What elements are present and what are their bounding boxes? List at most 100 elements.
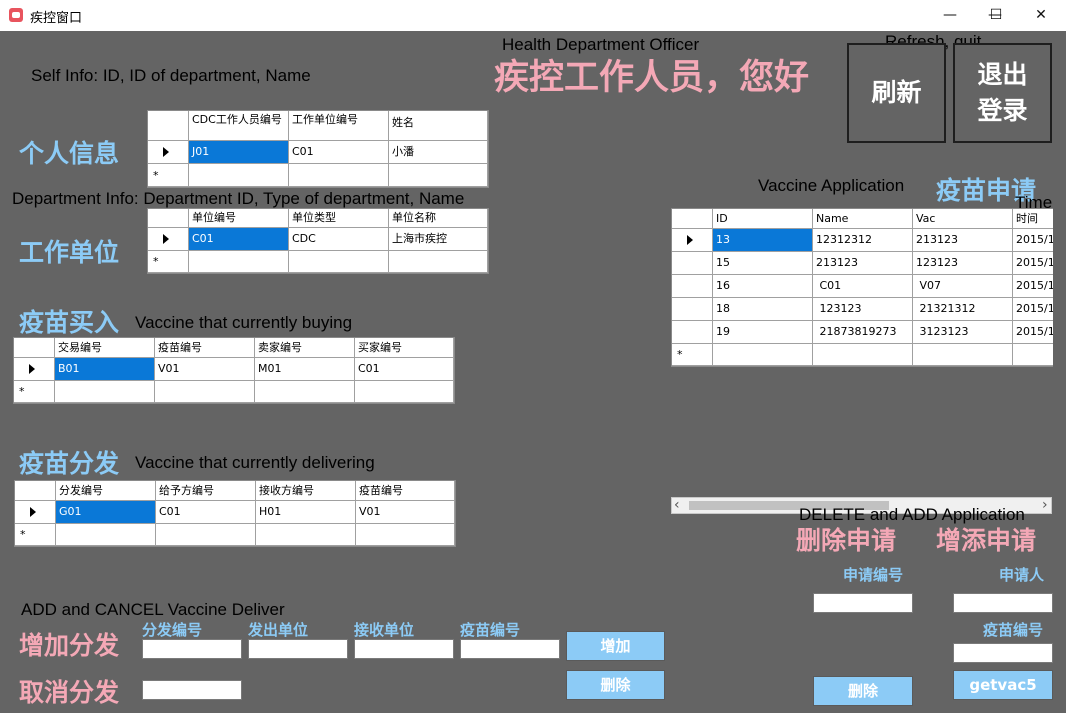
table-cell[interactable]: 16 bbox=[713, 275, 813, 298]
column-header[interactable]: 疫苗编号 bbox=[356, 481, 455, 501]
row-header[interactable] bbox=[672, 252, 713, 275]
table-cell[interactable] bbox=[255, 381, 355, 403]
column-header[interactable]: CDC工作人员编号 bbox=[189, 111, 289, 141]
row-header-current[interactable] bbox=[148, 141, 189, 164]
table-cell[interactable]: C01 bbox=[355, 358, 454, 381]
table-cell[interactable]: 213123 bbox=[913, 229, 1013, 252]
deliver-vaccine-id-input[interactable] bbox=[460, 639, 560, 659]
table-cell[interactable]: 123123 bbox=[913, 252, 1013, 275]
table-cell[interactable]: 2015/12 bbox=[1013, 252, 1053, 275]
table-cell[interactable]: 21873819273 bbox=[813, 321, 913, 344]
table-cell[interactable]: 2015/12 bbox=[1013, 321, 1053, 344]
cancel-deliver-button[interactable]: 删除 bbox=[566, 670, 665, 700]
delete-application-button[interactable]: 删除 bbox=[813, 676, 913, 706]
table-cell[interactable] bbox=[813, 344, 913, 366]
table-cell[interactable] bbox=[289, 251, 389, 273]
table-cell[interactable] bbox=[189, 251, 289, 273]
row-header-current[interactable] bbox=[672, 229, 713, 252]
buying-grid[interactable]: 交易编号 疫苗编号 卖家编号 买家编号 B01 V01 M01 C01 * bbox=[13, 337, 455, 404]
table-cell[interactable] bbox=[1013, 344, 1053, 366]
row-header-current[interactable] bbox=[148, 228, 189, 251]
table-cell[interactable] bbox=[713, 344, 813, 366]
table-cell[interactable]: 小潘 bbox=[389, 141, 488, 164]
table-cell[interactable]: 18 bbox=[713, 298, 813, 321]
refresh-button[interactable]: 刷新 bbox=[847, 43, 946, 143]
column-header[interactable]: 接收方编号 bbox=[256, 481, 356, 501]
table-cell[interactable]: C01 bbox=[189, 228, 289, 251]
table-cell[interactable]: C01 bbox=[289, 141, 389, 164]
table-cell[interactable] bbox=[189, 164, 289, 187]
table-cell[interactable] bbox=[56, 524, 156, 546]
table-cell[interactable]: 19 bbox=[713, 321, 813, 344]
table-cell[interactable] bbox=[913, 344, 1013, 366]
column-header[interactable]: 时间 bbox=[1013, 209, 1053, 229]
department-grid[interactable]: 单位编号 单位类型 单位名称 C01 CDC 上海市疾控 * bbox=[147, 208, 489, 274]
deliver-id-input[interactable] bbox=[142, 639, 242, 659]
column-header[interactable]: 单位编号 bbox=[189, 209, 289, 228]
column-header[interactable]: 疫苗编号 bbox=[155, 338, 255, 358]
table-cell[interactable]: 3123123 bbox=[913, 321, 1013, 344]
delivering-grid[interactable]: 分发编号 给予方编号 接收方编号 疫苗编号 G01 C01 H01 V01 * bbox=[14, 480, 456, 547]
row-header[interactable] bbox=[672, 298, 713, 321]
table-cell[interactable] bbox=[389, 251, 488, 273]
column-header[interactable]: 卖家编号 bbox=[255, 338, 355, 358]
column-header[interactable]: 工作单位编号 bbox=[289, 111, 389, 141]
new-row-marker[interactable]: * bbox=[148, 164, 189, 187]
self-info-grid[interactable]: CDC工作人员编号 工作单位编号 姓名 J01 C01 小潘 * bbox=[147, 110, 489, 188]
table-cell[interactable] bbox=[355, 381, 454, 403]
table-cell[interactable]: 13 bbox=[713, 229, 813, 252]
column-header[interactable]: 单位类型 bbox=[289, 209, 389, 228]
table-cell[interactable] bbox=[289, 164, 389, 187]
column-header[interactable]: 分发编号 bbox=[56, 481, 156, 501]
applicant-input[interactable] bbox=[953, 593, 1053, 613]
table-cell[interactable]: C01 bbox=[156, 501, 256, 524]
close-button[interactable]: ✕ bbox=[1018, 0, 1064, 31]
table-cell[interactable] bbox=[256, 524, 356, 546]
sender-input[interactable] bbox=[248, 639, 348, 659]
column-header[interactable]: 给予方编号 bbox=[156, 481, 256, 501]
getvac-button[interactable]: getvac5 bbox=[953, 670, 1053, 700]
application-id-input[interactable] bbox=[813, 593, 913, 613]
column-header[interactable]: 买家编号 bbox=[355, 338, 454, 358]
row-header-current[interactable] bbox=[14, 358, 55, 381]
table-cell[interactable] bbox=[55, 381, 155, 403]
table-cell[interactable]: 213123 bbox=[813, 252, 913, 275]
app-vaccine-id-input[interactable] bbox=[953, 643, 1053, 663]
row-header[interactable] bbox=[672, 321, 713, 344]
table-cell[interactable]: V01 bbox=[155, 358, 255, 381]
table-cell[interactable]: CDC bbox=[289, 228, 389, 251]
table-cell[interactable]: 2015/12 bbox=[1013, 298, 1053, 321]
application-grid[interactable]: ID Name Vac 时间 13 12312312 213123 2015/1… bbox=[671, 208, 1053, 367]
table-cell[interactable] bbox=[356, 524, 455, 546]
new-row-marker[interactable]: * bbox=[148, 251, 189, 273]
table-cell[interactable]: V01 bbox=[356, 501, 455, 524]
column-header[interactable]: 姓名 bbox=[389, 111, 488, 141]
table-cell[interactable]: H01 bbox=[256, 501, 356, 524]
table-cell[interactable]: G01 bbox=[56, 501, 156, 524]
table-cell[interactable]: J01 bbox=[189, 141, 289, 164]
new-row-marker[interactable]: * bbox=[672, 344, 713, 366]
row-header-current[interactable] bbox=[15, 501, 56, 524]
row-header[interactable] bbox=[672, 275, 713, 298]
table-cell[interactable]: 12312312 bbox=[813, 229, 913, 252]
table-cell[interactable]: 上海市疾控 bbox=[389, 228, 488, 251]
new-row-marker[interactable]: * bbox=[15, 524, 56, 546]
table-cell[interactable]: 2015/12 bbox=[1013, 275, 1053, 298]
table-cell[interactable]: 21321312 bbox=[913, 298, 1013, 321]
table-cell[interactable]: M01 bbox=[255, 358, 355, 381]
table-cell[interactable]: V07 bbox=[913, 275, 1013, 298]
table-cell[interactable]: 123123 bbox=[813, 298, 913, 321]
column-header[interactable]: ID bbox=[713, 209, 813, 229]
cancel-deliver-id-input[interactable] bbox=[142, 680, 242, 700]
maximize-button[interactable]: ☐ bbox=[973, 0, 1019, 31]
table-cell[interactable]: 2015/12 bbox=[1013, 229, 1053, 252]
column-header[interactable]: 单位名称 bbox=[389, 209, 488, 228]
logout-button[interactable]: 退出 登录 bbox=[953, 43, 1052, 143]
new-row-marker[interactable]: * bbox=[14, 381, 55, 403]
column-header[interactable]: Vac bbox=[913, 209, 1013, 229]
table-cell[interactable]: B01 bbox=[55, 358, 155, 381]
scroll-left-icon[interactable]: ‹ bbox=[674, 497, 680, 513]
minimize-button-2[interactable]: — bbox=[927, 0, 973, 31]
table-cell[interactable] bbox=[389, 164, 488, 187]
add-deliver-button[interactable]: 增加 bbox=[566, 631, 665, 661]
